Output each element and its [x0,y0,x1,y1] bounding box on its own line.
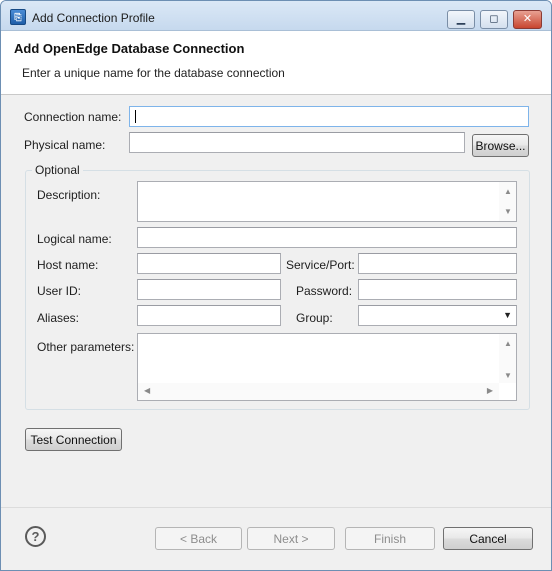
back-button-label: < Back [179,531,218,546]
dialog-window: ⎘ Add Connection Profile ▁ ◻ ✕ Add OpenE… [0,0,552,571]
close-icon: ✕ [522,13,533,25]
cancel-button-label: Cancel [469,531,507,546]
footer-separator [1,507,551,508]
page-title: Add OpenEdge Database Connection [14,41,245,56]
back-button[interactable]: < Back [155,527,242,550]
physical-name-input[interactable] [129,132,465,153]
minimize-button[interactable]: ▁ [447,10,475,29]
aliases-input[interactable] [137,305,281,326]
service-port-input[interactable] [358,253,517,274]
aliases-label: Aliases: [37,311,80,325]
scroll-up-icon[interactable]: ▲ [504,340,512,348]
test-connection-button[interactable]: Test Connection [25,428,122,451]
chevron-down-icon[interactable]: ▼ [503,310,512,320]
logical-name-label: Logical name: [37,232,112,246]
other-parameters-textarea[interactable]: ▲ ▼ ◀ ▶ [137,333,517,401]
group-label: Group: [296,311,333,325]
scroll-up-icon[interactable]: ▲ [504,188,512,196]
host-name-input[interactable] [137,253,281,274]
next-button[interactable]: Next > [247,527,335,550]
description-textarea[interactable]: ▲ ▼ [137,181,517,222]
maximize-button[interactable]: ◻ [480,10,508,29]
other-parameters-hscrollbar[interactable]: ◀ ▶ [138,383,499,400]
connection-name-label: Connection name: [24,110,122,124]
test-connection-label: Test Connection [30,432,117,447]
browse-button-label: Browse... [475,138,526,153]
user-id-input[interactable] [137,279,281,300]
help-icon[interactable]: ? [25,526,46,547]
wizard-header: Add OpenEdge Database Connection Enter a… [1,31,551,95]
scroll-down-icon[interactable]: ▼ [504,208,512,216]
minimize-icon: ▁ [456,13,466,25]
service-port-label: Service/Port: [286,258,355,272]
cancel-button[interactable]: Cancel [443,527,533,550]
scroll-down-icon[interactable]: ▼ [504,372,512,380]
close-button[interactable]: ✕ [513,10,542,29]
window-title: Add Connection Profile [32,11,155,25]
user-id-label: User ID: [37,284,82,298]
description-scrollbar[interactable]: ▲ ▼ [499,182,516,221]
password-label: Password: [296,284,353,298]
openedge-app-icon: ⎘ [10,9,26,25]
other-parameters-vscrollbar[interactable]: ▲ ▼ [499,334,516,383]
logical-name-input[interactable] [137,227,517,248]
optional-group-title: Optional [32,163,83,177]
scroll-right-icon[interactable]: ▶ [487,387,493,395]
other-parameters-label: Other parameters: [37,340,135,354]
finish-button-label: Finish [373,531,406,546]
group-select[interactable]: ▼ [358,305,517,326]
description-label: Description: [37,188,101,202]
maximize-icon: ◻ [489,13,499,25]
password-input[interactable] [358,279,517,300]
page-description: Enter a unique name for the database con… [22,66,285,80]
browse-button[interactable]: Browse... [472,134,529,157]
host-name-label: Host name: [37,258,99,272]
scroll-left-icon[interactable]: ◀ [144,387,150,395]
physical-name-label: Physical name: [24,138,106,152]
next-button-label: Next > [273,531,309,546]
title-bar[interactable]: ⎘ Add Connection Profile ▁ ◻ ✕ [1,1,551,31]
text-caret [135,110,136,123]
connection-name-input[interactable] [129,106,529,127]
finish-button[interactable]: Finish [345,527,435,550]
